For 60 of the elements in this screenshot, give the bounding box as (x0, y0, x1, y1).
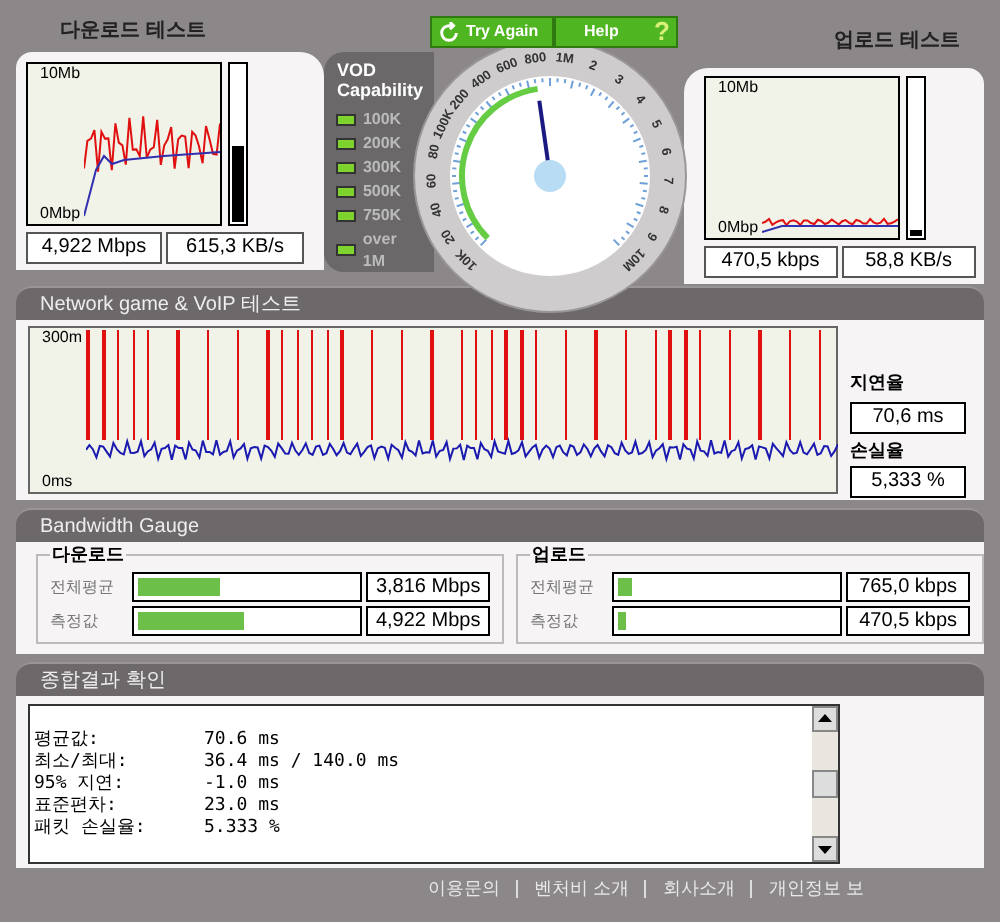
vod-level-label: 200K (362, 132, 402, 154)
summary-label: 최소/최대: (34, 752, 130, 774)
help-button[interactable]: Help ? (554, 16, 678, 48)
footer-link[interactable]: 회사소개 (662, 876, 735, 903)
summary-label: 표준편차: (34, 796, 119, 818)
chart-max-label: 10Mb (718, 80, 759, 96)
vod-title: VOD Capability (336, 60, 423, 100)
loss-readout: 5,333 % (850, 466, 966, 498)
gauge-value: 470,5 kbps (846, 606, 970, 636)
latency-label: 지연율 (850, 370, 906, 396)
vod-level-label: 100K (362, 108, 402, 130)
rate-readout: 4,922 Mbps (26, 232, 162, 264)
panel-title: 업로드 테스트 (832, 28, 962, 56)
refresh-icon (438, 21, 460, 43)
summary-value: 5.333 % (204, 818, 282, 840)
section-header: Network game & VoIP 테스트 (16, 286, 984, 320)
summary-value: -1.0 ms (204, 774, 282, 796)
vod-level-label: 500K (362, 180, 402, 202)
summary-value: 23.0 ms (204, 796, 282, 818)
chart-max-label: 300m (42, 330, 83, 346)
summary-value: 36.4 ms / 140.0 ms (204, 752, 402, 774)
section-header: 종합결과 확인 (16, 662, 984, 696)
try-again-button[interactable]: Try Again (430, 16, 554, 48)
gauge-group-title: 다운로드 (50, 542, 126, 566)
scroll-down-icon[interactable] (812, 836, 838, 862)
footer-link[interactable]: 이용문의 (427, 876, 500, 903)
chart-min-label: 0Mbp (40, 206, 81, 222)
gauge-value: 3,816 Mbps (366, 572, 490, 602)
scroll-up-icon[interactable] (812, 706, 838, 732)
rate-readout: 470,5 kbps (704, 246, 838, 278)
bytes-readout: 615,3 KB/s (166, 232, 304, 264)
chart-min-label: 0ms (42, 474, 73, 490)
gauge-row-label: 측정값 (50, 609, 100, 633)
panel-title: 다운로드 테스트 (58, 18, 208, 46)
bytes-readout: 58,8 KB/s (841, 246, 976, 278)
speed-graph (762, 214, 898, 234)
vod-level-label: 300K (362, 156, 402, 178)
scroll-thumb[interactable] (812, 770, 838, 798)
loss-label: 손실율 (850, 437, 906, 463)
gauge-row-label: 전체평균 (530, 575, 596, 599)
footer-link[interactable]: 개인정보 보 (768, 876, 864, 903)
gauge-value: 765,0 kbps (846, 572, 970, 602)
summary-value: 70.6 ms (204, 730, 282, 752)
dial-hub (534, 160, 566, 192)
summary-label: 평균값: (34, 730, 101, 752)
vod-level-label: 750K (362, 204, 402, 226)
gauge-row-label: 측정값 (530, 609, 580, 633)
chart-max-label: 10Mb (40, 66, 81, 82)
chart-min-label: 0Mbp (718, 220, 759, 236)
footer-link[interactable]: 벤처비 소개 (533, 876, 629, 903)
summary-label: 95% 지연: (34, 774, 127, 796)
gauge-value: 4,922 Mbps (366, 606, 490, 636)
section-header: Bandwidth Gauge (16, 508, 984, 542)
summary-label: 패킷 손실율: (34, 818, 148, 840)
scrollbar[interactable] (812, 706, 838, 862)
vod-level-label: over 1M (362, 228, 399, 272)
gauge-group-title: 업로드 (530, 542, 588, 566)
latency-readout: 70,6 ms (850, 401, 966, 433)
summary-text-area[interactable]: 평균값: 70.6 ms 최소/최대: 36.4 ms / 140.0 ms 95% 지연: -1.0 ms 표준편차: 23.0 ms 패킷 손실율: 5.333 % (28, 704, 840, 864)
gauge-row-label: 전체평균 (50, 575, 116, 599)
